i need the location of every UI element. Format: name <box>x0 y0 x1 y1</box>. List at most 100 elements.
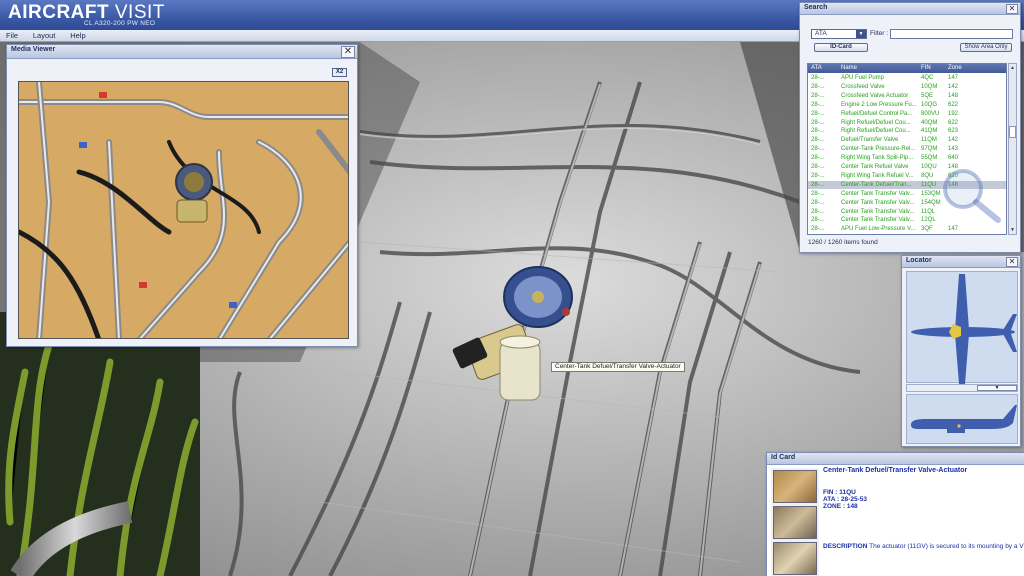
cell-name: APU Fuel Pump <box>841 75 885 81</box>
thumbnail-3[interactable] <box>773 542 817 575</box>
locator-top-view[interactable] <box>906 271 1018 384</box>
table-row[interactable]: 28-... Crossfeed Valve Actuator 5QE 148 <box>808 92 1006 100</box>
cell-ata: 28-... <box>811 226 825 233</box>
locator-side-view[interactable] <box>906 394 1018 444</box>
ata-value: ATA : 28-25-53 <box>823 496 867 503</box>
cell-name: Center Tank Transfer Valv... <box>841 217 915 224</box>
zoom-x2-button[interactable]: X2 <box>332 68 347 77</box>
column-header-ata[interactable]: ATA <box>811 64 822 73</box>
cell-fin: 55QM <box>921 155 938 162</box>
cell-ata: 28-... <box>811 101 825 108</box>
cell-name: Right Refuel/Defuel Cou... <box>841 128 911 135</box>
results-table[interactable]: ATA Name FIN Zone 28-... APU Fuel Pump 4QC… <box>807 63 1007 235</box>
cell-fin: 3QF <box>921 226 933 233</box>
cell-fin: 40QM <box>921 119 938 126</box>
result-count: 1260 / 1260 items found <box>808 239 878 246</box>
column-header-zone[interactable]: Zone <box>948 64 962 73</box>
table-row[interactable]: 28-... Defuel/Transfer Valve 11QM 142 <box>808 136 1006 144</box>
cell-name: Center Tank Transfer Valv... <box>841 190 915 197</box>
close-icon[interactable]: ✕ <box>341 46 355 58</box>
cell-name: Engine 2 Low Pressure Fu... <box>841 101 917 108</box>
cell-name: Defuel/Transfer Valve <box>841 137 899 144</box>
cell-fin: 10QG <box>921 101 938 108</box>
chevron-down-icon[interactable]: ▼ <box>977 385 1017 391</box>
cell-zone: 143 <box>948 146 959 153</box>
cell-zone: 147 <box>948 75 959 81</box>
valve-photo <box>175 163 213 223</box>
table-row[interactable]: 28-... Engine 2 Low Pressure Fu... 10QG 622 <box>808 101 1006 109</box>
cell-name: Right Wing Tank Refuel V... <box>841 172 914 179</box>
table-row[interactable]: 28-... Center-Tank Pressure-Rel... 97QM 143 <box>808 145 1006 153</box>
thumbnail-2[interactable] <box>773 506 817 539</box>
cell-fin: 5QE <box>921 92 934 99</box>
cell-ata: 28-... <box>811 119 825 126</box>
search-header[interactable]: Search ✕ <box>800 3 1020 15</box>
table-row[interactable]: 28-... Refuel/Defuel Control Pa... 800VU 19… <box>808 110 1006 118</box>
scroll-down-icon[interactable]: ▼ <box>1009 226 1016 234</box>
menu-file[interactable]: File <box>0 30 24 41</box>
locator-title: Locator <box>906 257 932 264</box>
scroll-thumb[interactable] <box>1009 126 1016 138</box>
app-subtitle: CL A320-200 PW NEO <box>84 20 156 27</box>
show-area-only-button[interactable]: Show Area Only <box>960 43 1012 52</box>
table-row[interactable]: 28-... Right Refuel/Defuel Cou... 41QM 623 <box>808 127 1006 135</box>
cell-fin: 11QM <box>921 137 937 144</box>
menu-layout[interactable]: Layout <box>27 30 62 41</box>
table-row[interactable]: 28-... APU Fuel Low-Pressure V... 3QF 147 <box>808 225 1006 233</box>
cell-zone: 192 <box>948 110 959 117</box>
column-header-name[interactable]: Name <box>841 64 857 73</box>
magnifier-icon <box>943 169 1001 223</box>
id-card-title: Id Card <box>771 454 796 461</box>
cell-zone: 622 <box>948 101 959 108</box>
menu-help[interactable]: Help <box>64 30 91 41</box>
zone-value: ZONE : 148 <box>823 503 858 510</box>
cell-ata: 28-... <box>811 83 825 90</box>
aircraft-top-view-icon <box>911 274 1017 384</box>
results-scrollbar[interactable]: ▲ ▼ <box>1008 63 1017 235</box>
cell-name: Center-Tank Defuel/Tran... <box>841 181 912 188</box>
results-header: ATA Name FIN Zone <box>808 64 1006 73</box>
cell-ata: 28-... <box>811 181 825 188</box>
cell-zone: 148 <box>948 92 959 99</box>
media-viewer-title: Media Viewer <box>11 46 56 53</box>
id-card-header[interactable]: Id Card <box>767 453 1024 465</box>
chevron-down-icon[interactable]: ▼ <box>856 30 866 38</box>
cell-name: Center Tank Refuel Valve <box>841 164 909 170</box>
cell-fin: 4QC <box>921 75 934 81</box>
filter-label: Filter : <box>870 30 889 37</box>
cell-zone: 147 <box>948 226 959 233</box>
cell-name: Refuel/Defuel Control Pa... <box>841 110 913 117</box>
locator-slider[interactable]: ▼ <box>906 384 1018 392</box>
cell-name: Crossfeed Valve <box>841 83 885 90</box>
search-mode-select[interactable]: ATA ▼ <box>811 29 867 39</box>
cell-fin: 10QM <box>921 83 938 90</box>
component-name: Center-Tank Defuel/Transfer Valve-Actuat… <box>823 467 968 474</box>
table-row[interactable]: 28-... Right Refuel/Defuel Cou... 40QM 622 <box>808 119 1006 127</box>
id-card-thumbnails[interactable] <box>771 468 819 576</box>
close-icon[interactable]: ✕ <box>1006 257 1018 267</box>
column-header-fin[interactable]: FIN <box>921 64 931 73</box>
filter-input[interactable] <box>890 29 1013 39</box>
cell-name: Crossfeed Valve Actuator <box>841 92 909 99</box>
media-viewer-header[interactable]: Media Viewer ✕ <box>7 45 357 59</box>
aircraft-side-view-icon <box>911 405 1017 433</box>
cell-ata: 28-... <box>811 128 825 135</box>
id-card-button[interactable]: ID-Card <box>814 43 868 52</box>
table-row[interactable]: 28-... APU Fuel Pump 4QC 147 <box>808 74 1006 82</box>
media-photo <box>18 81 349 339</box>
table-row[interactable]: 28-... Right Wing Tank Spill-Pip... 55QM 64… <box>808 154 1006 162</box>
cell-name: APU Fuel Low-Pressure V... <box>841 226 916 233</box>
locator-header[interactable]: Locator ✕ <box>902 256 1020 268</box>
close-icon[interactable]: ✕ <box>1006 4 1018 14</box>
search-mode-value: ATA <box>815 30 827 37</box>
thumbnail-1[interactable] <box>773 470 817 503</box>
table-row[interactable]: 28-... Crossfeed Valve 10QM 142 <box>808 83 1006 91</box>
cell-ata: 28-... <box>811 208 825 215</box>
fin-value: FIN : 11QU <box>823 489 856 496</box>
scroll-up-icon[interactable]: ▲ <box>1009 64 1016 72</box>
cell-fin: 41QM <box>921 128 938 135</box>
cell-ata: 28-... <box>811 92 825 99</box>
search-panel: Search ✕ ATA ▼ Filter : ID-Card Show Are… <box>799 2 1021 253</box>
cell-zone: 142 <box>948 137 959 144</box>
cell-fin: 800VU <box>921 110 940 117</box>
